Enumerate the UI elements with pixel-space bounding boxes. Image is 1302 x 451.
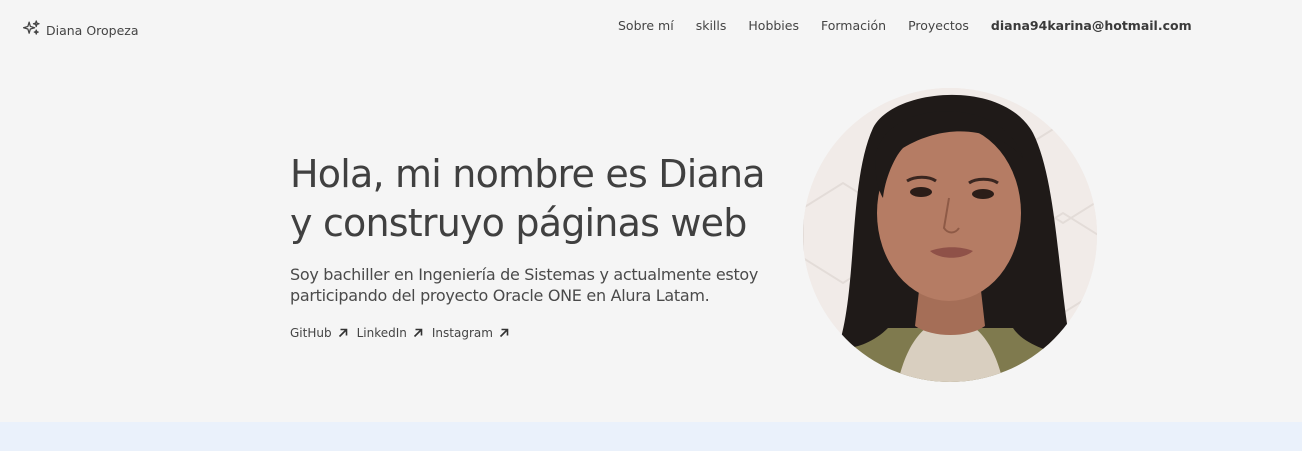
nav-email-link[interactable]: diana94karina@hotmail.com bbox=[991, 18, 1192, 33]
hero-section: Hola, mi nombre es Diana y construyo pág… bbox=[290, 150, 810, 340]
hero-subtitle-line2: participando del proyecto Oracle ONE en … bbox=[290, 286, 710, 305]
brand[interactable]: Diana Oropeza bbox=[22, 19, 139, 41]
nav-item-formacion[interactable]: Formación bbox=[821, 18, 886, 33]
nav-item-sobre-mi[interactable]: Sobre mí bbox=[618, 18, 674, 33]
instagram-link[interactable]: Instagram bbox=[432, 326, 510, 340]
nav-item-hobbies[interactable]: Hobbies bbox=[748, 18, 799, 33]
hero-title-line1: Hola, mi nombre es Diana bbox=[290, 152, 766, 196]
nav-item-proyectos[interactable]: Proyectos bbox=[908, 18, 969, 33]
sparkles-icon bbox=[22, 19, 41, 41]
next-section-band bbox=[0, 422, 1302, 451]
hero-title: Hola, mi nombre es Diana y construyo pág… bbox=[290, 150, 810, 248]
github-link[interactable]: GitHub bbox=[290, 326, 349, 340]
instagram-link-label: Instagram bbox=[431, 326, 493, 340]
brand-name: Diana Oropeza bbox=[46, 22, 139, 38]
arrow-up-right-icon bbox=[413, 328, 423, 338]
nav-item-skills[interactable]: skills bbox=[696, 18, 727, 33]
main-nav: Sobre mí skills Hobbies Formación Proyec… bbox=[618, 18, 1192, 33]
hero-subtitle-line1: Soy bachiller en Ingeniería de Sistemas … bbox=[290, 265, 759, 284]
linkedin-link-label: LinkedIn bbox=[356, 326, 407, 340]
arrow-up-right-icon bbox=[338, 328, 347, 338]
social-links: GitHub LinkedIn Instagram bbox=[290, 326, 810, 340]
github-link-label: GitHub bbox=[290, 326, 332, 340]
hero-subtitle: Soy bachiller en Ingeniería de Sistemas … bbox=[290, 264, 790, 306]
hero-title-line2: y construyo páginas web bbox=[290, 201, 747, 245]
profile-photo bbox=[803, 88, 1097, 382]
arrow-up-right-icon bbox=[499, 328, 509, 338]
linkedin-link[interactable]: LinkedIn bbox=[357, 326, 424, 340]
header: Diana Oropeza Sobre mí skills Hobbies Fo… bbox=[0, 0, 1302, 56]
